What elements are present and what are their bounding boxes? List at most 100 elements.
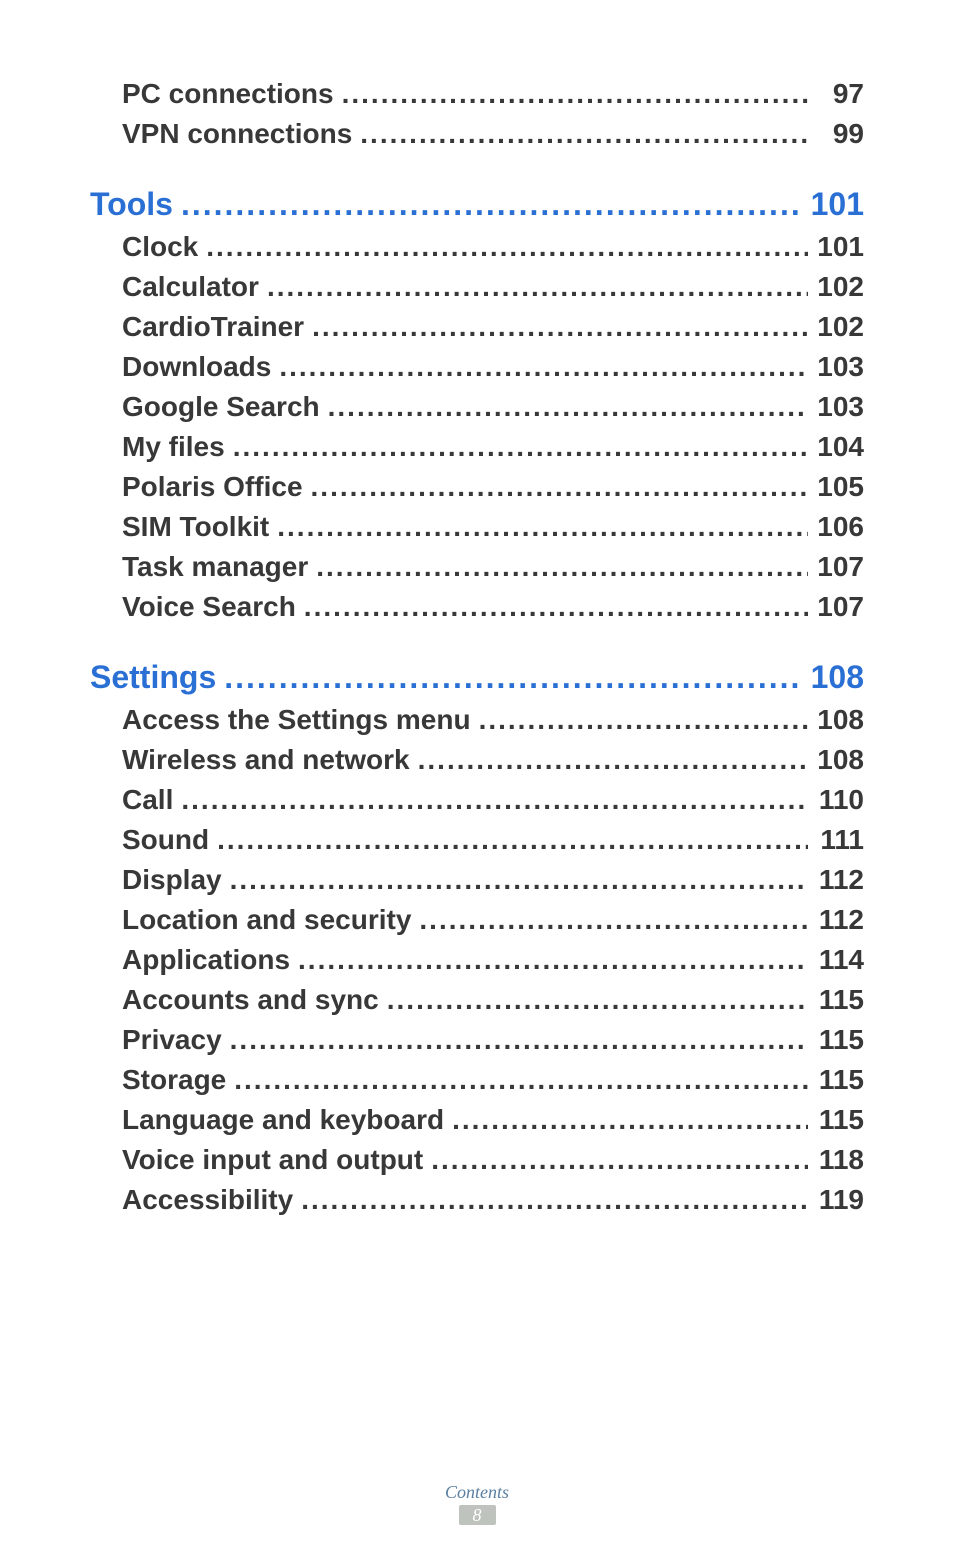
- toc-subsection-link[interactable]: CardioTrainer 102: [90, 311, 864, 343]
- toc-entry-page: 105: [816, 471, 864, 503]
- toc-entry-page: 99: [816, 118, 864, 150]
- toc-subsection-link[interactable]: Google Search 103: [90, 391, 864, 423]
- toc-subsection-link[interactable]: PC connections 97: [90, 78, 864, 110]
- toc-entry-label: My files: [122, 431, 225, 463]
- toc-subsection-link[interactable]: Applications 114: [90, 944, 864, 976]
- toc-leader-dots: [479, 704, 808, 736]
- toc-entry-page: 103: [816, 351, 864, 383]
- toc-leader-dots: [312, 311, 808, 343]
- toc-entry-label: Display: [122, 864, 222, 896]
- toc-entry-label: Downloads: [122, 351, 271, 383]
- toc-entry-label: Accessibility: [122, 1184, 293, 1216]
- toc-leader-dots: [452, 1104, 808, 1136]
- toc-leader-dots: [304, 591, 808, 623]
- toc-subsection-link[interactable]: Accounts and sync 115: [90, 984, 864, 1016]
- toc-leader-dots: [328, 391, 808, 423]
- table-of-contents: PC connections 97 VPN connections 99 Tools 10…: [90, 78, 864, 1216]
- toc-entry-label: Storage: [122, 1064, 226, 1096]
- toc-entry-page: 115: [816, 1104, 864, 1136]
- toc-subsection-link[interactable]: Call 110: [90, 784, 864, 816]
- toc-entry-page: 107: [816, 551, 864, 583]
- toc-entry-label: Clock: [122, 231, 198, 263]
- toc-entry-page: 106: [816, 511, 864, 543]
- toc-subsection-link[interactable]: Voice Search 107: [90, 591, 864, 623]
- toc-entry-label: Accounts and sync: [122, 984, 379, 1016]
- toc-subsection-link[interactable]: Display 112: [90, 864, 864, 896]
- toc-entry-label: Call: [122, 784, 173, 816]
- toc-subsection-link[interactable]: Location and security112: [90, 904, 864, 936]
- toc-entry-page: 102: [816, 271, 864, 303]
- toc-entry-page: 108: [816, 744, 864, 776]
- toc-entry-page: 101: [811, 186, 864, 223]
- toc-leader-dots: [181, 784, 808, 816]
- toc-leader-dots: [311, 471, 808, 503]
- toc-entry-page: 108: [811, 659, 864, 696]
- toc-entry-page: 112: [816, 864, 864, 896]
- toc-subsection-link[interactable]: Wireless and network 108: [90, 744, 864, 776]
- toc-leader-dots: [431, 1144, 808, 1176]
- toc-leader-dots: [279, 351, 808, 383]
- toc-subsection-link[interactable]: Storage 115: [90, 1064, 864, 1096]
- toc-leader-dots: [316, 551, 808, 583]
- toc-subsection-link[interactable]: Clock 101: [90, 231, 864, 263]
- toc-leader-dots: [233, 431, 808, 463]
- toc-leader-dots: [277, 511, 808, 543]
- toc-leader-dots: [342, 78, 808, 110]
- toc-leader-dots: [230, 1024, 808, 1056]
- footer: Contents 8: [0, 1482, 954, 1526]
- toc-subsection-link[interactable]: Accessibility 119: [90, 1184, 864, 1216]
- toc-entry-label: Access the Settings menu: [122, 704, 471, 736]
- toc-leader-dots: [301, 1184, 808, 1216]
- toc-subsection-link[interactable]: Downloads 103: [90, 351, 864, 383]
- toc-entry-label: Voice input and output: [122, 1144, 423, 1176]
- toc-leader-dots: [267, 271, 808, 303]
- toc-entry-page: 107: [816, 591, 864, 623]
- toc-leader-dots: [419, 904, 808, 936]
- toc-section-link[interactable]: Settings108: [90, 659, 864, 696]
- toc-leader-dots: [360, 118, 808, 150]
- toc-subsection-link[interactable]: Voice input and output118: [90, 1144, 864, 1176]
- toc-entry-page: 101: [816, 231, 864, 263]
- toc-entry-page: 119: [816, 1184, 864, 1216]
- toc-subsection-link[interactable]: My files 104: [90, 431, 864, 463]
- toc-entry-label: Google Search: [122, 391, 320, 423]
- toc-entry-label: Location and security: [122, 904, 411, 936]
- toc-entry-label: CardioTrainer: [122, 311, 304, 343]
- toc-subsection-link[interactable]: Calculator102: [90, 271, 864, 303]
- toc-subsection-link[interactable]: Language and keyboard 115: [90, 1104, 864, 1136]
- toc-subsection-link[interactable]: Task manager 107: [90, 551, 864, 583]
- toc-entry-page: 102: [816, 311, 864, 343]
- toc-entry-label: Language and keyboard: [122, 1104, 444, 1136]
- toc-entry-label: Applications: [122, 944, 290, 976]
- toc-subsection-link[interactable]: SIM Toolkit106: [90, 511, 864, 543]
- toc-entry-label: PC connections: [122, 78, 334, 110]
- toc-subsection-link[interactable]: Access the Settings menu108: [90, 704, 864, 736]
- toc-entry-label: Wireless and network: [122, 744, 410, 776]
- toc-section-link[interactable]: Tools 101: [90, 186, 864, 223]
- toc-subsection-link[interactable]: Polaris Office 105: [90, 471, 864, 503]
- footer-section-title: Contents: [0, 1482, 954, 1503]
- toc-entry-label: VPN connections: [122, 118, 352, 150]
- footer-page-number: 8: [459, 1505, 496, 1525]
- toc-subsection-link[interactable]: Sound111: [90, 824, 864, 856]
- toc-entry-label: Voice Search: [122, 591, 296, 623]
- toc-entry-page: 114: [816, 944, 864, 976]
- toc-entry-page: 115: [816, 984, 864, 1016]
- toc-leader-dots: [224, 659, 802, 696]
- toc-entry-label: Task manager: [122, 551, 308, 583]
- toc-leader-dots: [181, 186, 803, 223]
- toc-entry-page: 97: [816, 78, 864, 110]
- toc-entry-page: 110: [816, 784, 864, 816]
- toc-leader-dots: [418, 744, 808, 776]
- toc-entry-page: 104: [816, 431, 864, 463]
- toc-entry-page: 115: [816, 1024, 864, 1056]
- toc-subsection-link[interactable]: Privacy115: [90, 1024, 864, 1056]
- toc-entry-label: Tools: [90, 186, 173, 223]
- toc-entry-label: Polaris Office: [122, 471, 303, 503]
- toc-entry-page: 103: [816, 391, 864, 423]
- toc-subsection-link[interactable]: VPN connections 99: [90, 118, 864, 150]
- page: PC connections 97 VPN connections 99 Tools 10…: [0, 0, 954, 1566]
- toc-entry-page: 115: [816, 1064, 864, 1096]
- toc-leader-dots: [387, 984, 808, 1016]
- toc-entry-label: Sound: [122, 824, 209, 856]
